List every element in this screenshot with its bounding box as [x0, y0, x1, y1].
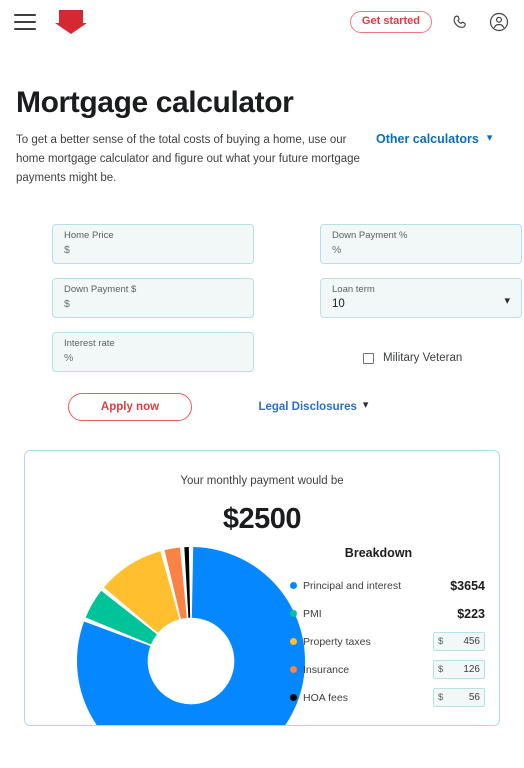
hamburger-bar	[14, 28, 36, 30]
other-calculators-label: Other calculators	[376, 132, 479, 146]
property-taxes-input[interactable]: $ 456	[433, 632, 485, 652]
breakdown-row-insurance: Insurance $ 126	[290, 656, 485, 684]
loan-term-value: 10	[332, 298, 345, 311]
other-calculators-dropdown[interactable]: Other calculators ▾	[376, 132, 492, 146]
account-icon[interactable]	[488, 11, 510, 33]
home-price-value: $	[64, 244, 70, 257]
intro-text: To get a better sense of the total costs…	[16, 134, 360, 184]
result-card: Your monthly payment would be $2500 Brea…	[24, 449, 500, 726]
phone-icon-svg	[453, 15, 466, 28]
phone-icon[interactable]	[449, 11, 471, 33]
military-veteran-checkbox-row[interactable]: Military Veteran	[320, 332, 522, 372]
legend-dot-pmi	[290, 610, 297, 618]
interest-rate-label: Interest rate	[64, 337, 115, 349]
down-payment-dollar-field[interactable]: Down Payment $ $	[52, 277, 254, 318]
down-payment-percent-label: Down Payment %	[332, 229, 408, 241]
get-started-button[interactable]: Get started	[349, 11, 432, 33]
result-heading: Your monthly payment would be	[180, 474, 344, 487]
insurance-input[interactable]: $ 126	[433, 660, 485, 680]
breakdown-row-property-taxes: Property taxes $ 456	[290, 628, 485, 656]
legend-dot-principal-and-interest	[290, 582, 297, 590]
legal-disclosures-label: Legal Disclosures	[258, 400, 357, 413]
interest-rate-field[interactable]: Interest rate %	[52, 331, 254, 372]
chevron-down-icon: ▾	[486, 131, 493, 144]
breakdown-label: Insurance	[303, 663, 350, 676]
donut-segment-principal-and-interest	[77, 546, 305, 725]
military-veteran-checkbox[interactable]	[363, 352, 374, 364]
header-actions: Get started	[349, 11, 510, 33]
donut-chart-svg	[77, 546, 305, 725]
breakdown-amount: $3654	[450, 578, 485, 593]
military-veteran-label: Military Veteran	[383, 352, 463, 365]
insurance-value: 126	[463, 664, 480, 676]
down-payment-dollar-label: Down Payment $	[64, 283, 137, 295]
down-payment-dollar-value: $	[64, 298, 70, 311]
legend-dot-property-taxes	[290, 638, 297, 646]
currency-symbol: $	[438, 664, 444, 676]
chevron-down-icon: ▾	[362, 399, 369, 412]
chevron-down-icon: ▾	[504, 294, 510, 307]
currency-symbol: $	[438, 636, 444, 648]
legend-dot-insurance	[290, 666, 297, 674]
breakdown-label: Principal and interest	[303, 579, 402, 592]
property-taxes-value: 456	[463, 636, 480, 648]
breakdown-label: PMI	[303, 607, 322, 620]
red-down-arrow-logo[interactable]	[54, 9, 88, 35]
down-payment-percent-field[interactable]: Down Payment % %	[320, 223, 522, 264]
loan-term-select[interactable]: Loan term 10 ▾	[320, 277, 522, 318]
breakdown-amount: $223	[457, 606, 485, 621]
down-payment-percent-value: %	[332, 244, 342, 257]
hamburger-bar	[14, 21, 36, 23]
page-title: Mortgage calculator	[16, 86, 294, 119]
home-price-field[interactable]: Home Price $	[52, 223, 254, 264]
hoa-fees-input[interactable]: $ 56	[433, 688, 485, 708]
legal-disclosures-toggle[interactable]: Legal Disclosures ▾	[258, 399, 369, 413]
breakdown-donut-chart	[73, 543, 309, 725]
home-price-label: Home Price	[64, 229, 114, 241]
breakdown-label: Property taxes	[303, 635, 371, 648]
monthly-payment-amount: $2500	[222, 502, 302, 535]
breakdown-legend: Breakdown Principal and interest $3654 P…	[290, 546, 485, 712]
loan-term-label: Loan term	[332, 283, 375, 295]
site-header: Get started	[0, 0, 524, 44]
apply-now-button[interactable]: Apply now	[68, 392, 192, 421]
hoa-fees-value: 56	[468, 692, 480, 704]
breakdown-row-hoa-fees: HOA fees $ 56	[290, 684, 485, 712]
breakdown-label: HOA fees	[303, 691, 348, 704]
interest-rate-value: %	[64, 352, 74, 365]
logo-svg	[55, 10, 87, 34]
hamburger-menu-icon[interactable]	[14, 14, 36, 30]
breakdown-title: Breakdown	[344, 545, 413, 560]
page-content: Mortgage calculator To get a better sens…	[0, 86, 524, 726]
intro-row: To get a better sense of the total costs…	[16, 131, 508, 188]
breakdown-row-pmi: PMI $223	[290, 600, 485, 628]
mortgage-form: Home Price $ Down Payment % % Down Payme…	[16, 223, 522, 372]
legend-dot-hoa-fees	[290, 694, 297, 702]
hamburger-bar	[14, 14, 36, 16]
currency-symbol: $	[438, 692, 444, 704]
account-icon-svg	[489, 12, 509, 32]
breakdown-row-principal-and-interest: Principal and interest $3654	[290, 572, 485, 600]
